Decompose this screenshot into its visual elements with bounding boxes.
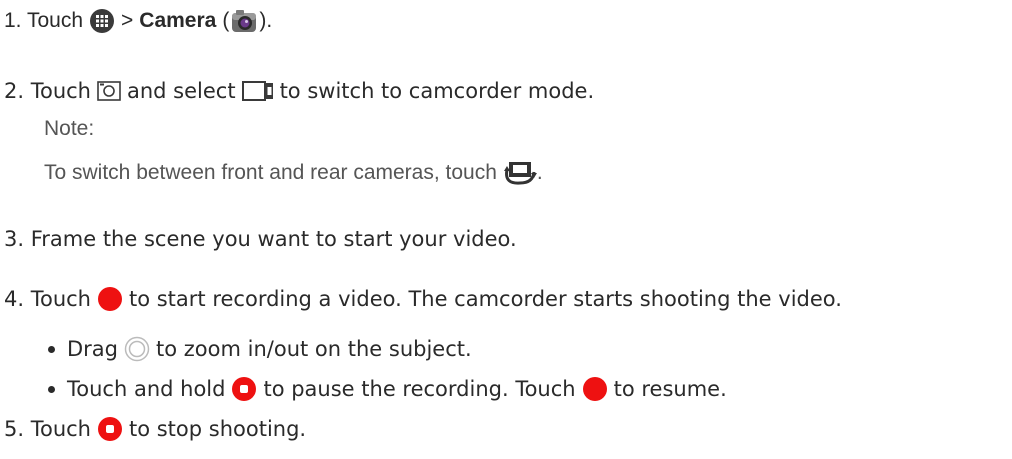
step-1-prefix: 1. Touch bbox=[4, 9, 84, 32]
bullet-2-prefix: Touch and hold bbox=[67, 377, 226, 401]
step-1-separator: > bbox=[121, 9, 134, 32]
step-4-prefix: 4. Touch bbox=[4, 287, 91, 311]
step-5-suffix: to stop shooting. bbox=[128, 417, 307, 441]
bullet-dot bbox=[48, 385, 55, 393]
swap-camera-icon bbox=[503, 160, 537, 186]
step-5-prefix: 5. Touch bbox=[4, 417, 91, 441]
step-3: 3. Frame the scene you want to start you… bbox=[4, 224, 517, 254]
note-text: To switch between front and rear cameras… bbox=[44, 161, 497, 184]
paren-open: ( bbox=[222, 9, 230, 32]
record-icon bbox=[582, 376, 608, 402]
bullet-zoom: Drag to zoom in/out on the subject. bbox=[48, 334, 472, 364]
step-4: 4. Touch to start recording a video. The… bbox=[4, 284, 842, 314]
camera-label: Camera bbox=[139, 9, 217, 32]
note-label-line: Note: bbox=[44, 114, 94, 144]
step-3-text: 3. Frame the scene you want to start you… bbox=[4, 227, 517, 251]
bullet-2-mid: to pause the recording. Touch bbox=[263, 377, 576, 401]
bullet-1-suffix: to zoom in/out on the subject. bbox=[156, 337, 472, 361]
bullet-pause: Touch and hold to pause the recording. T… bbox=[48, 374, 727, 404]
step-1: 1. Touch > Camera ( ). bbox=[4, 6, 272, 36]
stop-icon bbox=[231, 376, 257, 402]
record-icon bbox=[97, 286, 123, 312]
bullet-dot bbox=[48, 345, 55, 353]
stop-icon bbox=[97, 416, 123, 442]
note-end: . bbox=[536, 161, 543, 184]
zoom-icon bbox=[124, 336, 150, 362]
camcorder-mode-icon bbox=[241, 80, 274, 102]
step-2: 2. Touch and select to switch to camcord… bbox=[4, 76, 594, 106]
camera-mode-icon bbox=[97, 80, 121, 102]
apps-icon bbox=[89, 8, 115, 34]
note-text-line: To switch between front and rear cameras… bbox=[44, 158, 543, 188]
note-label: Note: bbox=[44, 117, 95, 140]
bullet-2-suffix: to resume. bbox=[613, 377, 727, 401]
step-2-prefix: 2. Touch bbox=[4, 79, 91, 103]
camera-app-icon bbox=[231, 9, 257, 33]
step-2-mid: and select bbox=[126, 79, 236, 103]
bullet-1-prefix: Drag bbox=[67, 337, 119, 361]
step-5: 5. Touch to stop shooting. bbox=[4, 414, 306, 444]
step-4-suffix: to start recording a video. The camcorde… bbox=[128, 287, 842, 311]
step-2-suffix: to switch to camcorder mode. bbox=[279, 79, 595, 103]
paren-close: ). bbox=[259, 9, 273, 32]
